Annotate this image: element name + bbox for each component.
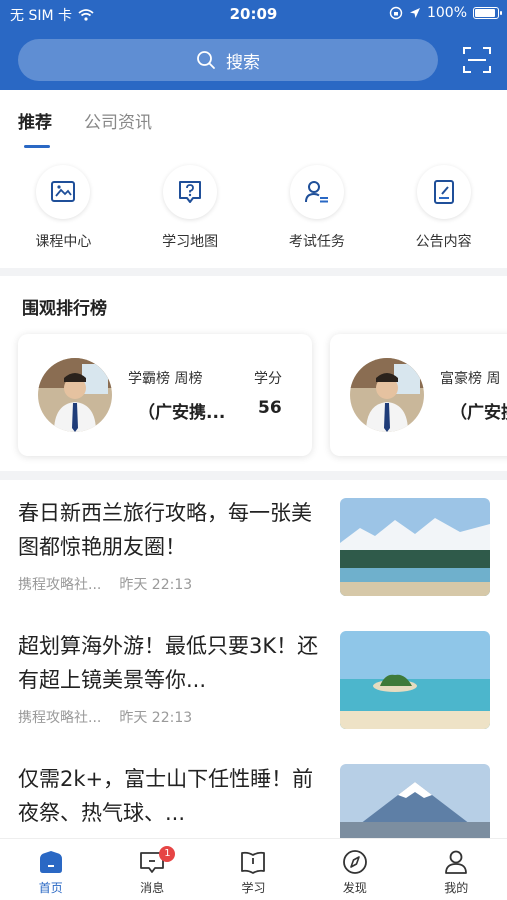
nav-learning[interactable]: 学习 xyxy=(203,839,304,900)
unread-badge: 1 xyxy=(159,846,176,862)
tab-company-news[interactable]: 公司资讯 xyxy=(84,108,152,133)
ranking-card[interactable]: 学霸榜 周榜 （广安携... 学分 56 xyxy=(18,334,312,456)
profile-icon xyxy=(445,850,468,874)
quick-label: 学习地图 xyxy=(162,234,219,250)
tab-recommend[interactable]: 推荐 xyxy=(18,108,52,133)
nav-home[interactable]: 首页 xyxy=(0,839,101,900)
score-label: 学分 xyxy=(254,371,282,387)
quick-actions: 课程中心 学习地图 考试任务 公告内容 xyxy=(0,165,507,255)
section-title: 围观排行榜 xyxy=(22,299,107,319)
quick-course-center[interactable]: 课程中心 xyxy=(0,165,127,255)
article-source: 携程攻略社... xyxy=(18,710,102,726)
ranking-user-name: （广安携... xyxy=(138,403,226,423)
ranking-card[interactable]: 富豪榜 周 （广安携 xyxy=(330,334,507,456)
nav-label: 消息 xyxy=(140,881,165,895)
quick-announcements[interactable]: 公告内容 xyxy=(380,165,507,255)
edit-icon xyxy=(433,180,454,204)
ranking-section: 围观排行榜 学霸榜 周榜 （广安携... 学分 56 富豪榜 周 （广安 xyxy=(0,276,507,471)
ranking-user-name: （广安携 xyxy=(450,403,507,423)
book-icon xyxy=(241,851,266,874)
content-tabs: 推荐 公司资讯 xyxy=(18,108,152,133)
search-label: 搜索 xyxy=(226,52,260,73)
scan-icon[interactable] xyxy=(461,44,493,76)
avatar xyxy=(350,358,424,432)
ranking-label: 学霸榜 周榜 xyxy=(128,371,203,387)
nav-label: 我的 xyxy=(444,881,469,895)
search-icon xyxy=(197,51,215,69)
quick-exam-tasks[interactable]: 考试任务 xyxy=(254,165,381,255)
article-item[interactable]: 仅需2k+，富士山下任性睡！前夜祭、热气球、... xyxy=(0,746,507,840)
article-thumbnail xyxy=(340,498,490,596)
bottom-tab-bar: 首页 1 消息 学习 发现 我的 xyxy=(0,838,507,900)
article-time: 昨天 22:13 xyxy=(119,710,193,726)
status-bar: 无 SIM 卡 20:09 100% xyxy=(0,0,507,28)
image-icon xyxy=(51,181,76,202)
user-list-icon xyxy=(304,181,328,203)
quick-label: 考试任务 xyxy=(288,234,345,250)
article-thumbnail xyxy=(340,764,490,840)
nav-label: 发现 xyxy=(342,881,367,895)
article-title: 仅需2k+，富士山下任性睡！前夜祭、热气球、... xyxy=(18,767,314,825)
home-icon xyxy=(39,851,62,873)
article-item[interactable]: 超划算海外游！最低只要3K！还有超上镜美景等你... 携程攻略社... 昨天 2… xyxy=(0,613,507,746)
article-title: 超划算海外游！最低只要3K！还有超上镜美景等你... xyxy=(18,634,319,692)
nav-label: 首页 xyxy=(38,881,63,895)
article-title: 春日新西兰旅行攻略，每一张美图都惊艳朋友圈！ xyxy=(18,501,312,559)
search-bar[interactable]: 搜索 xyxy=(18,39,438,81)
article-item[interactable]: 春日新西兰旅行攻略，每一张美图都惊艳朋友圈！ 携程攻略社... 昨天 22:13 xyxy=(0,480,507,613)
nav-label: 学习 xyxy=(241,881,266,895)
location-icon xyxy=(409,8,420,18)
quick-learning-map[interactable]: 学习地图 xyxy=(127,165,254,255)
article-feed: 春日新西兰旅行攻略，每一张美图都惊艳朋友圈！ 携程攻略社... 昨天 22:13… xyxy=(0,480,507,840)
quick-label: 课程中心 xyxy=(35,234,92,250)
quick-label: 公告内容 xyxy=(415,234,472,250)
question-icon xyxy=(179,181,202,203)
compass-icon xyxy=(342,850,367,874)
article-source: 携程攻略社... xyxy=(18,577,102,593)
nav-discover[interactable]: 发现 xyxy=(304,839,405,900)
score-value: 56 xyxy=(258,398,282,418)
article-thumbnail xyxy=(340,631,490,729)
battery-percent: 100% xyxy=(426,5,467,21)
ranking-label: 富豪榜 周 xyxy=(440,371,501,387)
avatar xyxy=(38,358,112,432)
active-tab-indicator xyxy=(24,145,50,148)
battery-icon xyxy=(473,7,502,19)
app-header: 无 SIM 卡 20:09 100% 搜索 xyxy=(0,0,507,90)
nav-messages[interactable]: 1 消息 xyxy=(101,839,202,900)
nav-profile[interactable]: 我的 xyxy=(406,839,507,900)
article-time: 昨天 22:13 xyxy=(119,577,193,593)
rotation-lock-icon xyxy=(389,6,403,20)
